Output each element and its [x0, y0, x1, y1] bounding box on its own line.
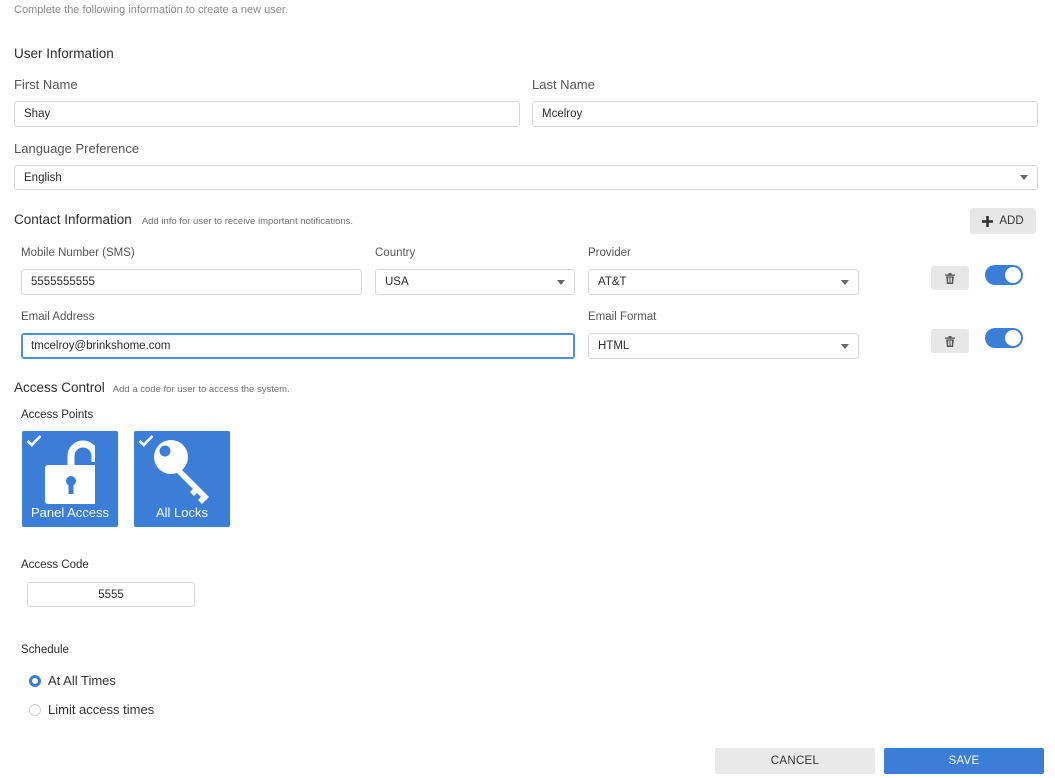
mobile-number-input[interactable]	[21, 269, 362, 295]
email-format-value: HTML	[598, 340, 630, 352]
access-point-label: All Locks	[155, 505, 209, 520]
save-button[interactable]: SAVE	[884, 748, 1044, 774]
last-name-label: Last Name	[532, 77, 595, 92]
email-address-input[interactable]	[21, 333, 575, 359]
schedule-option-all-times[interactable]: At All Times	[29, 673, 116, 688]
chevron-down-icon	[1020, 175, 1028, 180]
cancel-button[interactable]: CANCEL	[715, 748, 875, 774]
language-preference-value: English	[24, 171, 62, 184]
last-name-input[interactable]	[532, 101, 1038, 127]
contact-information-header: Contact Information Add info for user to…	[14, 212, 353, 227]
delete-email-button[interactable]	[931, 329, 969, 353]
access-point-all-locks[interactable]: All Locks	[134, 431, 230, 527]
toggle-knob	[1005, 267, 1021, 283]
key-icon	[154, 440, 209, 504]
delete-mobile-button[interactable]	[931, 266, 969, 290]
provider-select[interactable]: AT&T	[588, 269, 859, 295]
radio-unselected-icon	[29, 703, 41, 716]
toggle-knob	[1005, 330, 1021, 346]
email-format-label: Email Format	[588, 311, 657, 323]
first-name-input[interactable]	[14, 101, 520, 127]
access-control-header: Access Control Add a code for user to ac…	[14, 380, 290, 395]
access-code-input[interactable]	[27, 582, 195, 607]
contact-information-note: Add info for user to receive important n…	[141, 216, 354, 227]
access-control-heading: Access Control	[14, 380, 105, 395]
access-code-label: Access Code	[21, 559, 89, 571]
trash-icon	[945, 335, 955, 347]
unlock-icon	[45, 440, 95, 504]
country-label: Country	[375, 247, 416, 259]
language-preference-select[interactable]: English	[14, 165, 1038, 190]
cancel-button-label: CANCEL	[770, 755, 820, 767]
plus-icon	[982, 215, 994, 227]
radio-selected-icon	[29, 674, 41, 687]
country-value: USA	[385, 276, 409, 288]
email-format-select[interactable]: HTML	[588, 333, 859, 359]
page-subtitle: Complete the following information to cr…	[14, 4, 288, 16]
country-select[interactable]: USA	[375, 269, 575, 295]
access-points-label: Access Points	[21, 409, 94, 421]
mobile-number-label: Mobile Number (SMS)	[21, 247, 135, 259]
access-point-label: Panel Access	[30, 505, 110, 520]
save-button-label: SAVE	[948, 755, 980, 767]
schedule-option-limit-times[interactable]: Limit access times	[29, 702, 154, 717]
sms-notifications-toggle[interactable]	[985, 265, 1023, 285]
provider-value: AT&T	[598, 276, 627, 288]
checkmark-icon	[26, 435, 42, 447]
provider-label: Provider	[588, 247, 631, 259]
language-preference-label: Language Preference	[14, 141, 140, 156]
first-name-label: First Name	[14, 77, 78, 92]
chevron-down-icon	[557, 279, 565, 285]
access-control-note: Add a code for user to access the system…	[112, 384, 290, 395]
email-address-label: Email Address	[21, 311, 95, 323]
user-information-heading: User Information	[14, 46, 114, 61]
trash-icon	[945, 272, 955, 284]
schedule-option-label: Limit access times	[48, 702, 155, 717]
schedule-label: Schedule	[21, 644, 69, 656]
add-contact-label: ADD	[999, 215, 1024, 227]
add-contact-button[interactable]: ADD	[970, 208, 1036, 234]
schedule-option-label: At All Times	[48, 673, 116, 688]
email-notifications-toggle[interactable]	[985, 328, 1023, 348]
contact-information-heading: Contact Information	[14, 212, 132, 227]
chevron-down-icon	[841, 343, 849, 349]
access-point-panel-access[interactable]: Panel Access	[22, 431, 118, 527]
chevron-down-icon	[841, 279, 849, 285]
